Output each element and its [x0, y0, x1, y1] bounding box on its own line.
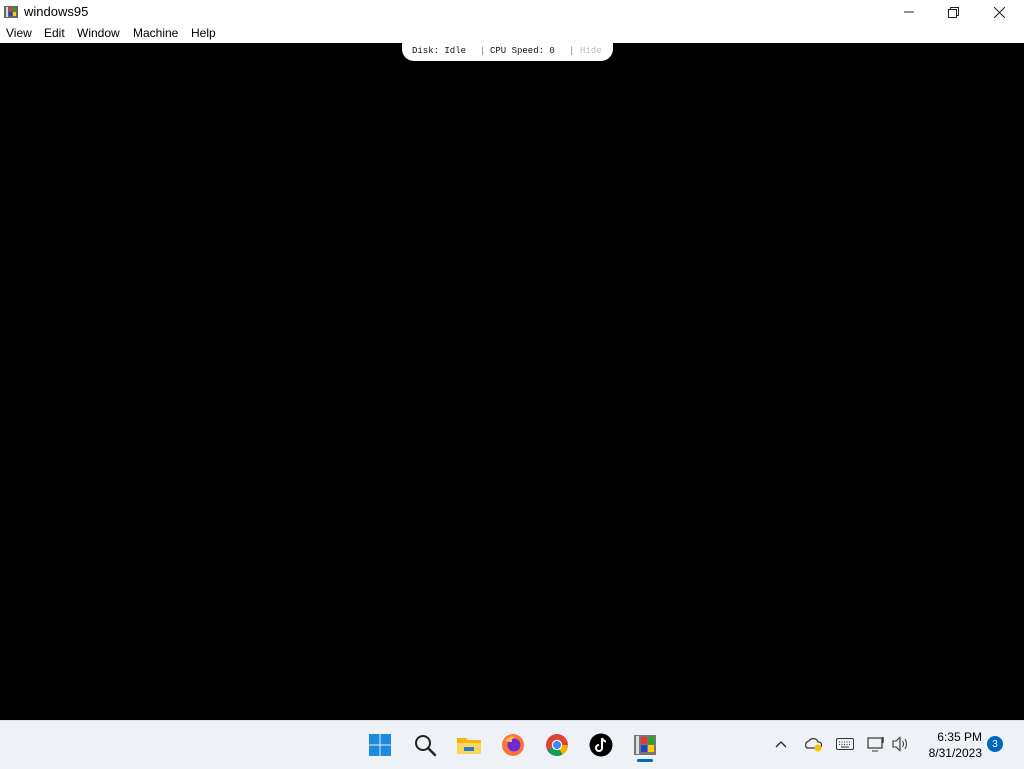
restore-button[interactable]	[930, 0, 976, 24]
onedrive-button[interactable]	[801, 726, 825, 762]
keyboard-button[interactable]	[834, 726, 856, 762]
file-explorer-button[interactable]	[453, 729, 485, 761]
show-hidden-icons-button[interactable]	[771, 726, 791, 762]
menu-help[interactable]: Help	[191, 26, 216, 40]
disk-status: Disk: Idle	[412, 46, 467, 56]
chrome-icon	[546, 734, 568, 756]
menu-edit[interactable]: Edit	[44, 26, 65, 40]
search-button[interactable]	[409, 729, 441, 761]
onedrive-icon	[805, 738, 823, 752]
volume-button[interactable]	[890, 726, 912, 762]
status-separator: |	[569, 46, 575, 56]
menu-view[interactable]: View	[6, 26, 32, 40]
search-icon	[415, 735, 437, 757]
chrome-button[interactable]	[541, 729, 573, 761]
firefox-button[interactable]	[497, 729, 529, 761]
firefox-icon	[502, 734, 524, 756]
tiktok-button[interactable]	[585, 729, 617, 761]
windows95-app-icon	[3, 4, 19, 20]
window-title: windows95	[24, 4, 89, 19]
menu-window[interactable]: Window	[77, 26, 120, 40]
start-button[interactable]	[364, 729, 396, 761]
title-bar: windows95	[0, 0, 1024, 24]
minimize-icon	[904, 11, 914, 13]
network-icon	[867, 737, 884, 752]
tiktok-icon	[589, 733, 613, 757]
close-icon	[993, 6, 1005, 18]
windows95-taskbar-button[interactable]	[629, 729, 661, 761]
windows95-app-icon	[634, 735, 656, 755]
restore-icon	[947, 6, 959, 18]
emulator-screen[interactable]	[0, 43, 1024, 720]
status-bar: Disk: Idle | CPU Speed: 0 | Hide	[402, 41, 613, 61]
menu-machine[interactable]: Machine	[133, 26, 178, 40]
chevron-up-icon	[775, 741, 787, 748]
minimize-button[interactable]	[886, 0, 932, 24]
status-separator: |	[480, 46, 486, 56]
clock-time: 6:35 PM	[937, 730, 982, 744]
start-icon	[369, 734, 391, 756]
cpu-speed: CPU Speed: 0	[490, 46, 555, 56]
volume-icon	[892, 736, 907, 752]
network-button[interactable]	[866, 726, 886, 762]
clock-date: 8/31/2023	[928, 746, 982, 760]
close-button[interactable]	[976, 0, 1022, 24]
active-app-indicator	[637, 759, 653, 762]
keyboard-icon	[836, 738, 854, 750]
file-explorer-icon	[457, 738, 481, 754]
notification-badge[interactable]: 3	[987, 736, 1003, 752]
hide-link[interactable]: Hide	[580, 46, 602, 56]
clock[interactable]: 6:35 PM 8/31/2023	[918, 729, 982, 761]
